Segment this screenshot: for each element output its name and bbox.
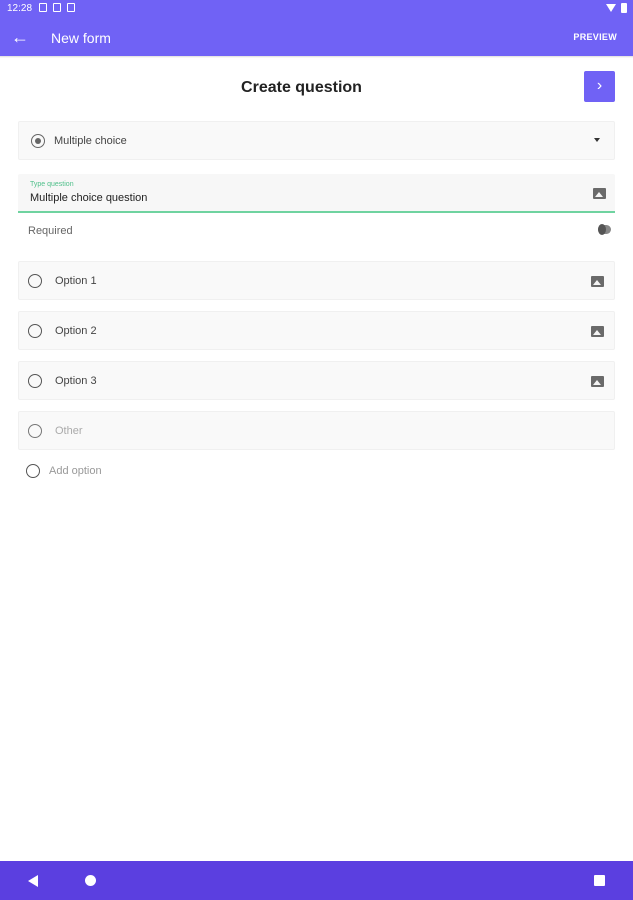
radio-selected-icon <box>31 134 45 148</box>
notification-icons <box>39 3 75 12</box>
app-bar: 12:28 ← New form PREVIEW <box>0 0 633 56</box>
option-label[interactable]: Option 1 <box>55 275 97 287</box>
radio-unselected-icon <box>28 424 42 438</box>
radio-unselected-icon <box>28 324 42 338</box>
question-field-label: Type question <box>30 181 74 188</box>
required-label: Required <box>28 225 73 237</box>
other-option-label[interactable]: Other <box>55 425 83 437</box>
system-status-icons <box>606 3 627 13</box>
add-image-icon[interactable] <box>593 188 606 199</box>
option-image-icon[interactable] <box>591 376 604 387</box>
option-label[interactable]: Option 2 <box>55 325 97 337</box>
next-button[interactable]: › <box>584 71 615 102</box>
radio-unselected-icon <box>28 374 42 388</box>
mail-notification-icon <box>39 3 47 12</box>
option-image-icon[interactable] <box>591 276 604 287</box>
other-option-row[interactable]: Other <box>18 411 615 450</box>
caret-down-icon <box>594 138 600 142</box>
option-row[interactable]: Option 1 <box>18 261 615 300</box>
question-type-select[interactable]: Multiple choice <box>18 121 615 160</box>
app-bar-shadow <box>0 56 633 58</box>
system-nav-bar <box>0 861 633 900</box>
clipboard-notification-icon <box>67 3 75 12</box>
radio-unselected-icon <box>26 464 40 478</box>
app-title: New form <box>51 30 111 46</box>
nav-recents-icon[interactable] <box>594 875 605 886</box>
question-field-value[interactable]: Multiple choice question <box>30 192 147 204</box>
option-row[interactable]: Option 3 <box>18 361 615 400</box>
back-arrow-icon[interactable]: ← <box>10 27 30 47</box>
battery-icon <box>621 3 627 13</box>
status-time: 12:28 <box>7 3 33 14</box>
option-row[interactable]: Option 2 <box>18 311 615 350</box>
required-toggle[interactable] <box>598 224 611 235</box>
page-title: Create question <box>241 79 362 96</box>
chevron-right-icon: › <box>596 77 603 94</box>
nav-back-icon[interactable] <box>28 875 38 887</box>
option-image-icon[interactable] <box>591 326 604 337</box>
question-type-value: Multiple choice <box>54 135 127 147</box>
status-bar: 12:28 <box>0 0 633 18</box>
wifi-icon <box>606 4 616 12</box>
option-label[interactable]: Option 3 <box>55 375 97 387</box>
question-text-field[interactable]: Type question Multiple choice question <box>18 174 615 213</box>
sd-card-notification-icon <box>53 3 61 12</box>
preview-button[interactable]: PREVIEW <box>573 32 617 42</box>
add-option-label: Add option <box>49 465 102 477</box>
radio-unselected-icon <box>28 274 42 288</box>
nav-home-icon[interactable] <box>85 875 96 886</box>
